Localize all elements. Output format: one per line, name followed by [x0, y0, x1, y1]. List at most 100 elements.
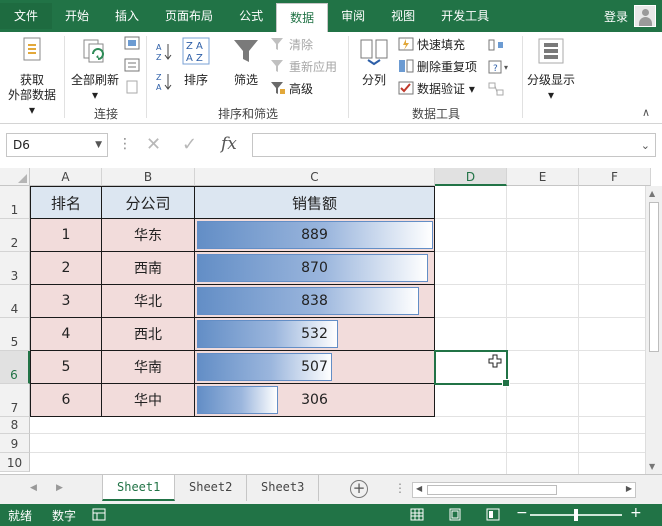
sort-button[interactable]: Z A A Z 排序	[178, 36, 214, 88]
tab-split-grip-icon[interactable]: ⋮	[394, 481, 406, 495]
tab-page-layout[interactable]: 页面布局	[152, 3, 226, 29]
row-header-8[interactable]: 8	[0, 417, 30, 434]
advanced-filter-button[interactable]: 高级	[270, 80, 313, 98]
horizontal-scrollbar[interactable]: ◀ ▶	[412, 482, 636, 498]
table-cell-rank[interactable]: 6	[30, 384, 102, 417]
login-link[interactable]: 登录	[604, 8, 628, 25]
column-header-f[interactable]: F	[579, 168, 651, 186]
row-header-2[interactable]: 2	[0, 219, 30, 252]
reapply-button[interactable]: 重新应用	[270, 58, 337, 76]
add-sheet-icon[interactable]: +	[350, 480, 368, 498]
text-to-columns-button[interactable]: 分列	[354, 36, 394, 88]
table-cell-rank[interactable]: 3	[30, 285, 102, 318]
consolidate-icon[interactable]	[488, 38, 504, 52]
refresh-all-button[interactable]: 全部刷新 ▾	[68, 36, 122, 103]
relationships-icon[interactable]	[488, 82, 504, 96]
get-external-data-button[interactable]: 获取 外部数据 ▾	[4, 36, 60, 118]
normal-view-icon[interactable]	[410, 508, 424, 521]
cancel-formula-icon[interactable]: ✕	[146, 133, 161, 157]
zoom-slider-knob[interactable]	[574, 509, 578, 521]
name-box-dropdown-icon[interactable]: ▼	[95, 134, 102, 156]
zoom-out-icon[interactable]: −	[516, 505, 528, 521]
sheet-prev-icon[interactable]: ◀	[30, 483, 37, 493]
name-box[interactable]: D6 ▼	[6, 133, 108, 157]
zoom-in-icon[interactable]: +	[630, 505, 642, 521]
table-cell-branch[interactable]: 西北	[102, 318, 195, 351]
formula-input[interactable]: ⌄	[252, 133, 656, 157]
data-validation-button[interactable]: 数据验证 ▾	[398, 80, 475, 98]
page-layout-view-icon[interactable]	[448, 508, 462, 521]
clear-filter-button[interactable]: 清除	[270, 36, 313, 54]
vertical-scrollbar[interactable]: ▲ ▼	[645, 186, 662, 474]
tab-data[interactable]: 数据	[276, 3, 329, 32]
row-header-4[interactable]: 4	[0, 285, 30, 318]
scroll-left-arrow-icon[interactable]: ◀	[416, 484, 422, 493]
remove-duplicates-button[interactable]: 删除重复项	[398, 58, 477, 76]
table-cell-branch[interactable]: 华南	[102, 351, 195, 384]
tab-home[interactable]: 开始	[52, 3, 102, 29]
sheet-next-icon[interactable]: ▶	[56, 483, 63, 493]
tab-file[interactable]: 文件	[0, 3, 53, 29]
scroll-right-arrow-icon[interactable]: ▶	[626, 484, 632, 493]
table-cell-rank[interactable]: 2	[30, 252, 102, 285]
sheet-tab-1[interactable]: Sheet1	[102, 475, 176, 501]
column-header-e[interactable]: E	[507, 168, 579, 186]
table-cell-sales[interactable]: 889	[195, 219, 435, 252]
table-header-rank[interactable]: 排名	[30, 186, 102, 219]
properties-icon[interactable]	[124, 58, 140, 72]
row-header-6[interactable]: 6	[0, 351, 30, 384]
row-header-5[interactable]: 5	[0, 318, 30, 351]
sort-ascending-icon[interactable]: A Z	[155, 42, 173, 62]
row-header-10[interactable]: 10	[0, 453, 30, 472]
connections-icon[interactable]	[124, 36, 140, 50]
table-cell-rank[interactable]: 4	[30, 318, 102, 351]
sheet-tab-3[interactable]: Sheet3	[247, 475, 320, 501]
formula-bar-grip-icon[interactable]: ⋮	[118, 136, 132, 152]
sheet-tab-2[interactable]: Sheet2	[175, 475, 248, 501]
table-cell-rank[interactable]: 5	[30, 351, 102, 384]
column-header-d[interactable]: D	[435, 168, 507, 186]
table-cell-sales[interactable]: 532	[195, 318, 435, 351]
table-header-branch[interactable]: 分公司	[102, 186, 195, 219]
filter-button[interactable]: 筛选	[228, 36, 264, 88]
insert-function-icon[interactable]: fx	[221, 134, 237, 154]
column-header-b[interactable]: B	[102, 168, 195, 186]
sort-descending-icon[interactable]: Z A	[155, 72, 173, 92]
scroll-up-arrow-icon[interactable]: ▲	[649, 189, 655, 198]
edit-links-icon[interactable]	[124, 80, 140, 94]
table-cell-sales[interactable]: 306	[195, 384, 435, 417]
row-header-1[interactable]: 1	[0, 186, 30, 219]
outline-button[interactable]: 分级显示 ▾	[524, 36, 578, 103]
tab-developer[interactable]: 开发工具	[428, 3, 502, 29]
scroll-down-arrow-icon[interactable]: ▼	[649, 462, 655, 471]
macro-record-icon[interactable]	[92, 508, 106, 521]
table-header-sales[interactable]: 销售额	[195, 186, 435, 219]
row-header-7[interactable]: 7	[0, 384, 30, 417]
user-avatar-icon[interactable]	[634, 5, 656, 27]
column-header-a[interactable]: A	[30, 168, 102, 186]
row-header-3[interactable]: 3	[0, 252, 30, 285]
expand-formula-bar-icon[interactable]: ⌄	[641, 139, 650, 152]
table-cell-rank[interactable]: 1	[30, 219, 102, 252]
tab-insert[interactable]: 插入	[102, 3, 152, 29]
enter-formula-icon[interactable]: ✓	[182, 133, 197, 157]
select-all-button[interactable]	[0, 168, 30, 186]
table-cell-sales[interactable]: 870	[195, 252, 435, 285]
tab-review[interactable]: 审阅	[328, 3, 378, 29]
table-cell-branch[interactable]: 华东	[102, 219, 195, 252]
table-cell-branch[interactable]: 西南	[102, 252, 195, 285]
page-break-view-icon[interactable]	[486, 508, 500, 521]
table-cell-sales[interactable]: 507	[195, 351, 435, 384]
table-cell-branch[interactable]: 华北	[102, 285, 195, 318]
flash-fill-button[interactable]: 快速填充	[398, 36, 465, 54]
column-header-c[interactable]: C	[195, 168, 435, 186]
tab-formulas[interactable]: 公式	[226, 3, 276, 29]
table-cell-branch[interactable]: 华中	[102, 384, 195, 417]
worksheet-grid[interactable]: A B C D E F 1 2 3 4 5 6 7 8 9 10 排名 分公司 …	[0, 168, 662, 474]
vertical-scroll-thumb[interactable]	[649, 202, 659, 352]
what-if-analysis-icon[interactable]: ? ▾	[488, 60, 512, 74]
table-cell-sales[interactable]: 838	[195, 285, 435, 318]
row-header-9[interactable]: 9	[0, 434, 30, 453]
tab-view[interactable]: 视图	[378, 3, 428, 29]
collapse-ribbon-icon[interactable]: ∧	[642, 106, 650, 119]
